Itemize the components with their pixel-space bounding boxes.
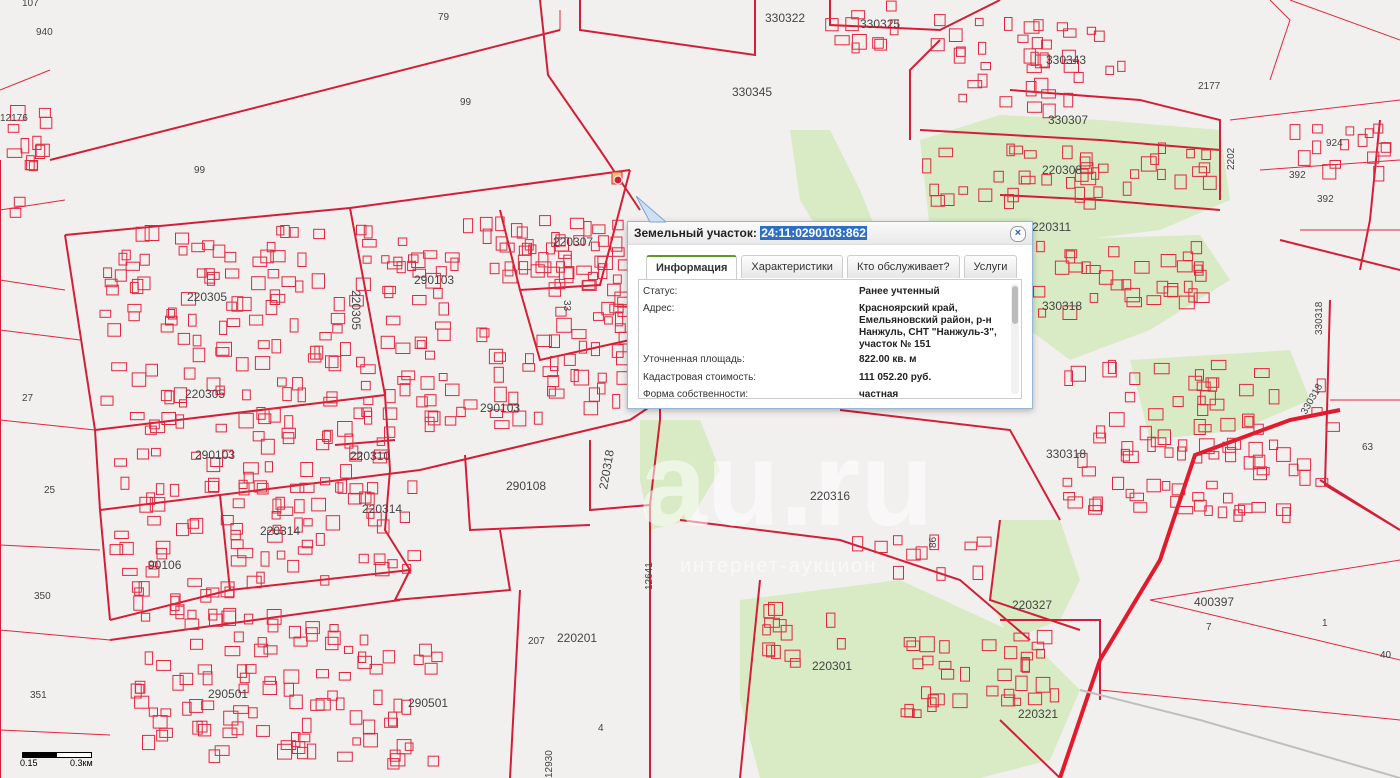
label: 220305 — [187, 290, 227, 304]
scale-end-label: 0.3км — [70, 758, 93, 768]
label: 924 — [1326, 138, 1343, 149]
scrollbar-thumb[interactable] — [1012, 286, 1018, 324]
popup-title-prefix: Земельный участок: — [634, 226, 757, 240]
label: 220301 — [812, 659, 852, 673]
label: 330307 — [1048, 113, 1088, 127]
label: 220201 — [557, 631, 597, 645]
label: 220314 — [260, 524, 300, 538]
tab-who-serves[interactable]: Кто обслуживает? — [846, 255, 960, 278]
plot-info-popup: Земельный участок: 24:11:0290103:862 × И… — [627, 196, 1033, 409]
label: 330318 — [1042, 299, 1082, 313]
label: 220311 — [1032, 220, 1071, 234]
label: 4 — [598, 723, 604, 734]
status-value: Ранее учтенный — [859, 286, 940, 297]
tab-services[interactable]: Услуги — [963, 255, 1018, 278]
watermark-subtitle: интернет-аукцион — [680, 555, 877, 577]
label: 940 — [36, 27, 53, 38]
label: 220321 — [1018, 707, 1058, 721]
label: 12641 — [644, 562, 655, 590]
popup-title: Земельный участок: 24:11:0290103:862 — [628, 222, 1032, 245]
popup-scrollbar[interactable] — [1011, 284, 1019, 394]
label: 33 — [561, 300, 572, 312]
tab-characteristics[interactable]: Характеристики — [741, 255, 843, 278]
label: 1 — [1322, 618, 1328, 629]
label: 63 — [1362, 442, 1374, 453]
label: 86 — [928, 536, 939, 548]
label: 290103 — [480, 401, 520, 415]
label: 220305 — [349, 290, 363, 330]
status-label: Статус: — [643, 286, 678, 297]
label: 330345 — [732, 85, 772, 99]
label: 12930 — [544, 750, 555, 778]
label: 220307 — [553, 235, 593, 249]
label: 40 — [1380, 650, 1392, 661]
address-value: Красноярский край, Емельяновский район, … — [859, 303, 997, 350]
label: 392 — [1289, 170, 1306, 181]
label: 220308 — [1042, 163, 1082, 177]
label: 330322 — [765, 11, 805, 25]
label: 220310 — [350, 449, 390, 463]
close-icon[interactable]: × — [1010, 226, 1026, 242]
label: 99 — [194, 165, 206, 176]
label: 330325 — [860, 17, 900, 31]
label: 79 — [438, 12, 450, 23]
label: 90106 — [148, 558, 182, 572]
label: 290108 — [506, 479, 546, 493]
label: 2177 — [1198, 81, 1221, 92]
label: 290501 — [208, 687, 248, 701]
cadastral-number[interactable]: 24:11:0290103:862 — [760, 226, 867, 240]
area-value: 822.00 кв. м — [859, 354, 917, 365]
label: 99 — [460, 97, 472, 108]
label: 351 — [30, 690, 47, 701]
popup-info-panel[interactable]: Статус: Ранее учтенный Адрес: Красноярск… — [638, 279, 1022, 399]
label: 220314 — [362, 502, 402, 516]
label: 330318 — [1046, 447, 1086, 461]
area-label: Уточненная площадь: — [643, 354, 745, 365]
label: 7 — [1206, 622, 1212, 633]
label: 330318 — [1314, 301, 1325, 335]
label: 290103 — [195, 448, 235, 462]
cadastral-cost-label: Кадастровая стоимость: — [643, 372, 757, 383]
ownership-value: частная — [859, 389, 899, 399]
label: 220327 — [1012, 598, 1052, 612]
ownership-label: Форма собственности: — [643, 389, 749, 399]
label: 220305 — [185, 387, 225, 401]
label: 207 — [528, 636, 545, 647]
label: 400397 — [1194, 595, 1234, 609]
label: 12176 — [0, 113, 28, 124]
label: 107 — [22, 0, 39, 9]
popup-pointer — [636, 196, 666, 223]
label: 25 — [44, 485, 56, 496]
label: 290103 — [414, 273, 454, 287]
selected-plot-marker[interactable] — [613, 175, 623, 185]
watermark: au.ru — [640, 417, 933, 551]
label: 350 — [34, 591, 51, 602]
popup-tabs: Информация Характеристики Кто обслуживае… — [646, 255, 1018, 279]
tab-info[interactable]: Информация — [646, 255, 738, 279]
label: 330343 — [1046, 53, 1086, 67]
label: 27 — [22, 393, 34, 404]
label: 220316 — [810, 489, 850, 503]
scale-mid-label: 0.15 — [20, 758, 38, 768]
address-label: Адрес: — [643, 303, 675, 314]
cadastral-cost-value: 111 052.20 руб. — [859, 372, 932, 383]
label: 290501 — [408, 696, 448, 710]
label: 2202 — [1226, 147, 1237, 170]
scale-bar: 0.15 0.3км — [14, 746, 104, 770]
label: 392 — [1317, 194, 1334, 205]
